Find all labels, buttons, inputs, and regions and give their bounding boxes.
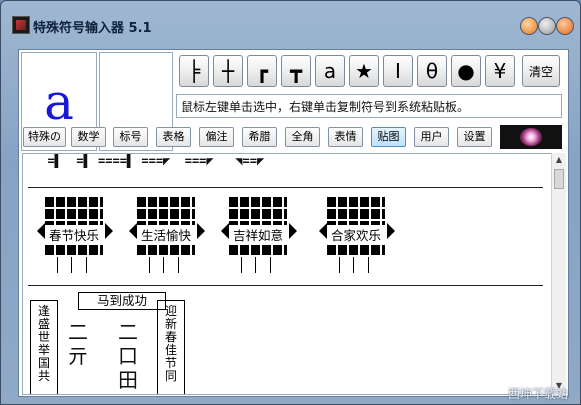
main-panel: a ╞ ┼ ┏ ┳ a ★ Ⅰ θ ● ¥ 清空 鼠标左键单击选中，右键单击复制… xyxy=(18,49,569,397)
tab-math[interactable]: 数学 xyxy=(71,127,106,147)
vertical-scrollbar[interactable]: ▲ ▼ xyxy=(551,153,566,393)
tab-user[interactable]: 用户 xyxy=(414,127,449,147)
symbol-button[interactable]: θ xyxy=(417,55,447,87)
tab-stickers[interactable]: 贴图 xyxy=(371,127,406,147)
stamp-art[interactable]: 春节快乐 xyxy=(37,197,113,273)
art-glyphs[interactable]: 二 口 田 xyxy=(118,320,138,392)
tab-radical[interactable]: 偏注 xyxy=(199,127,234,147)
symbol-button[interactable]: ★ xyxy=(349,55,379,87)
art-glyphs[interactable]: 二 亓 xyxy=(68,320,88,368)
tab-special[interactable]: 特殊の xyxy=(23,127,66,147)
tab-fullwidth[interactable]: 全角 xyxy=(285,127,320,147)
symbol-button[interactable]: ┏ xyxy=(247,55,277,87)
stamp-label: 春节快乐 xyxy=(45,225,103,244)
tab-emoticon[interactable]: 表情 xyxy=(328,127,363,147)
title-bar[interactable]: 特殊符号输入器 5.1 xyxy=(1,1,580,45)
tab-marks[interactable]: 标号 xyxy=(113,127,148,147)
maximize-button[interactable] xyxy=(538,17,556,35)
symbol-display[interactable]: =▌ =▌ ====▌ ===◤ ===◤ ◥==◤ 春节快乐 生活愉快 吉祥如… xyxy=(22,153,552,395)
symbol-button[interactable]: a xyxy=(315,55,345,87)
vertical-couplet-right[interactable]: 迎 新 春 佳 节 同 xyxy=(157,300,185,394)
scroll-thumb[interactable] xyxy=(554,169,564,189)
stamp-art[interactable]: 生活愉快 xyxy=(129,197,205,273)
stamp-label: 生活愉快 xyxy=(137,225,195,244)
preview-char: a xyxy=(44,72,74,131)
symbol-button[interactable]: Ⅰ xyxy=(383,55,413,87)
app-window: 特殊符号输入器 5.1 a ╞ ┼ ┏ ┳ a ★ Ⅰ θ ● ¥ 清空 鼠标左… xyxy=(0,0,581,405)
stamp-art[interactable]: 合家欢乐 xyxy=(319,197,395,273)
symbol-button[interactable]: ┼ xyxy=(213,55,243,87)
tab-table[interactable]: 表格 xyxy=(156,127,191,147)
symbol-button[interactable]: ╞ xyxy=(179,55,209,87)
vertical-couplet-left[interactable]: 逢 盛 世 举 国 共 xyxy=(30,300,58,394)
close-button[interactable] xyxy=(556,17,574,35)
tab-greek[interactable]: 希腊 xyxy=(242,127,277,147)
art-line[interactable]: =▌ =▌ ====▌ ===◤ ===◤ ◥==◤ xyxy=(33,154,264,168)
tab-settings[interactable]: 设置 xyxy=(457,127,492,147)
hint-text: 鼠标左键单击选中，右键单击复制符号到系统粘贴板。 xyxy=(176,94,562,118)
stamp-label: 合家欢乐 xyxy=(327,225,385,244)
divider xyxy=(28,285,543,286)
banner-text[interactable]: 马到成功 xyxy=(78,292,166,310)
window-title: 特殊符号输入器 5.1 xyxy=(33,21,152,36)
symbol-button[interactable]: ● xyxy=(451,55,481,87)
stamp-label: 吉祥如意 xyxy=(229,225,287,244)
divider xyxy=(28,187,543,188)
stamp-art[interactable]: 吉祥如意 xyxy=(221,197,297,273)
logo-image xyxy=(500,125,562,149)
app-icon xyxy=(12,16,30,34)
symbol-button[interactable]: ¥ xyxy=(485,55,515,87)
clear-button[interactable]: 清空 xyxy=(522,55,560,87)
symbol-button[interactable]: ┳ xyxy=(281,55,311,87)
scroll-up-arrow-icon[interactable]: ▲ xyxy=(552,153,566,167)
minimize-button[interactable] xyxy=(520,17,538,35)
watermark: 西坤下载站 xyxy=(508,387,569,401)
